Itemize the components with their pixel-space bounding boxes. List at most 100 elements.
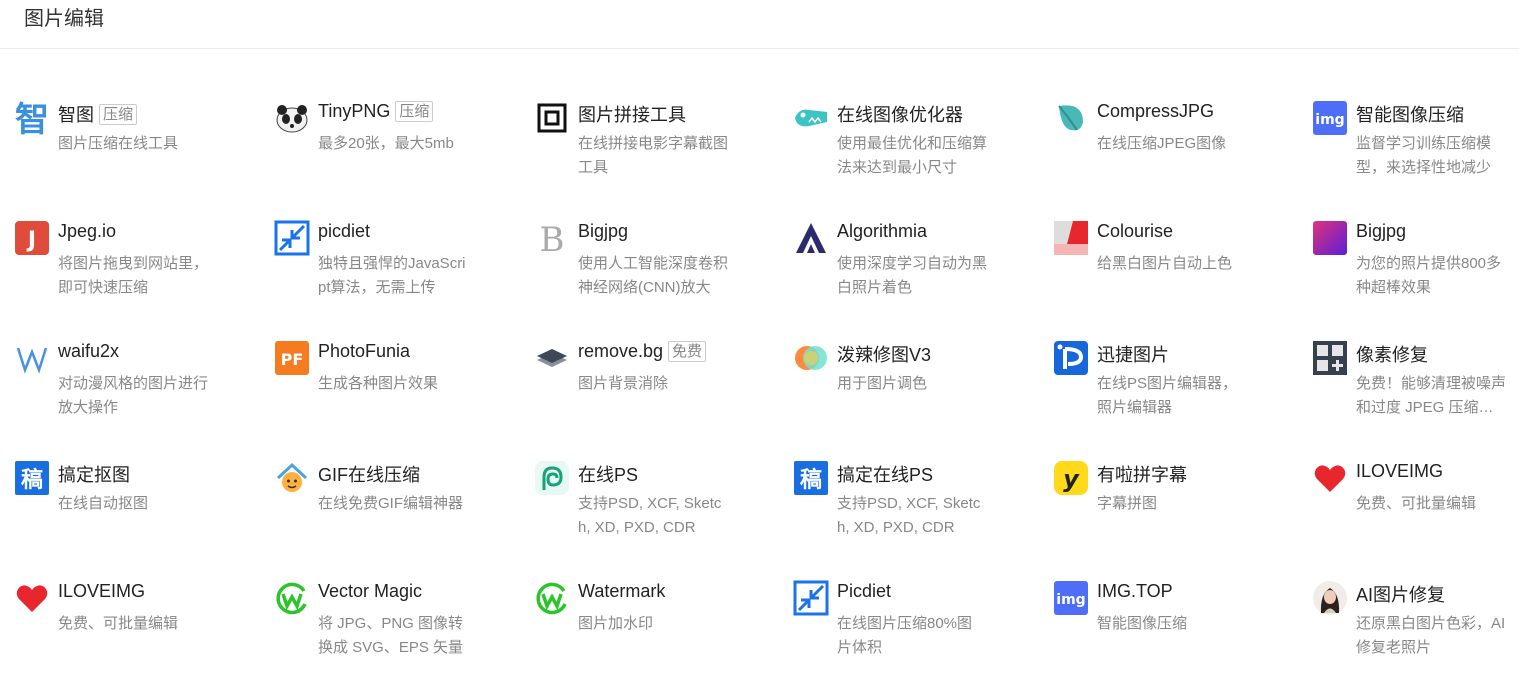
tool-description: 图片压缩在线工具 bbox=[58, 135, 179, 152]
tool-name[interactable]: 有啦拼字幕 bbox=[1097, 461, 1187, 487]
tool-name[interactable]: Watermark bbox=[578, 581, 665, 602]
tool-description: 图片加水印 bbox=[578, 615, 654, 632]
tool-title-row: 搞定抠图 bbox=[58, 461, 130, 487]
tool-title-row: 像素修复 bbox=[1356, 341, 1428, 367]
tool-name[interactable]: waifu2x bbox=[58, 341, 119, 362]
pixel-grid-plus-icon bbox=[1312, 340, 1348, 376]
tool-name[interactable]: TinyPNG bbox=[318, 101, 390, 122]
tool-card[interactable]: Watermark 图片加水印 bbox=[534, 580, 774, 680]
tool-name[interactable]: 搞定抠图 bbox=[58, 461, 130, 487]
tool-title-row: waifu2x bbox=[58, 341, 119, 362]
tool-name[interactable]: PhotoFunia bbox=[318, 341, 410, 362]
tool-card[interactable]: 在线PS 支持PSD, XCF, Sketch, XD, PXD, CDR bbox=[534, 460, 774, 560]
tool-name[interactable]: Colourise bbox=[1097, 221, 1173, 242]
tool-title-row: Watermark bbox=[578, 581, 665, 602]
tool-card[interactable]: Algorithmia 使用深度学习自动为黑白照片着色 bbox=[793, 220, 1033, 320]
tool-description: 用于图片调色 bbox=[837, 375, 928, 392]
svg-text:y: y bbox=[1063, 465, 1080, 493]
layers-logo-icon bbox=[534, 340, 570, 376]
tool-name[interactable]: 智能图像压缩 bbox=[1356, 101, 1464, 127]
tool-card[interactable]: img 智能图像压缩 监督学习训练压缩模型，来选择性地减少 bbox=[1312, 100, 1519, 200]
tool-name[interactable]: Picdiet bbox=[837, 581, 891, 602]
tool-title-row: picdiet bbox=[318, 221, 370, 242]
tool-title-row: Colourise bbox=[1097, 221, 1173, 242]
tool-title-row: 迅捷图片 bbox=[1097, 341, 1169, 367]
tool-description: 支持PSD, XCF, Sketch, XD, PXD, CDR bbox=[578, 495, 722, 536]
tool-name[interactable]: 在线PS bbox=[578, 461, 638, 487]
gradient-square-icon bbox=[1312, 220, 1348, 256]
tool-name[interactable]: remove.bg bbox=[578, 341, 663, 362]
tool-name[interactable]: 在线图像优化器 bbox=[837, 101, 963, 127]
tool-title-row: CompressJPG bbox=[1097, 101, 1214, 122]
tool-card[interactable]: y 有啦拼字幕字幕拼图 bbox=[1053, 460, 1293, 560]
tool-card[interactable]: 像素修复免费！能够清理被噪声和过度 JPEG 压缩损坏 bbox=[1312, 340, 1519, 440]
shrink-arrows-icon bbox=[274, 220, 310, 256]
tool-description: 在线PS图片编辑器，照片编辑器 bbox=[1097, 375, 1238, 416]
tool-name[interactable]: 泼辣修图V3 bbox=[837, 341, 931, 367]
polarr-logo-icon bbox=[793, 340, 829, 376]
tool-card[interactable]: Picdiet 在线图片压缩80%图片体积 bbox=[793, 580, 1033, 680]
tool-title-row: 有啦拼字幕 bbox=[1097, 461, 1187, 487]
tool-card[interactable]: ILOVEIMG 免费、可批量编辑 bbox=[14, 580, 254, 680]
tool-card[interactable]: waifu2x 对动漫风格的图片进行放大操作 bbox=[14, 340, 254, 440]
tool-name[interactable]: Jpeg.io bbox=[58, 221, 116, 242]
tool-name[interactable]: Algorithmia bbox=[837, 221, 927, 242]
tool-title-row: remove.bg 免费 bbox=[578, 341, 707, 362]
tool-card[interactable]: PF PhotoFunia 生成各种图片效果 bbox=[274, 340, 514, 440]
tool-title-row: 图片拼接工具 bbox=[578, 101, 686, 127]
tool-description: 字幕拼图 bbox=[1097, 495, 1158, 512]
tool-name[interactable]: 像素修复 bbox=[1356, 341, 1428, 367]
tool-card[interactable]: J Jpeg.io 将图片拖曳到网站里，即可快速压缩 bbox=[14, 220, 254, 320]
tool-card[interactable]: B Bigjpg 使用人工智能深度卷积神经网络(CNN)放大 bbox=[534, 220, 774, 320]
tool-card[interactable]: remove.bg 免费 图片背景消除 bbox=[534, 340, 774, 440]
colourise-logo-icon bbox=[1053, 220, 1089, 256]
tool-title-row: TinyPNG 压缩 bbox=[318, 101, 434, 122]
tool-name[interactable]: 图片拼接工具 bbox=[578, 101, 686, 127]
tool-card[interactable]: TinyPNG 压缩 最多20张，最大5mb bbox=[274, 100, 514, 200]
tool-name[interactable]: ILOVEIMG bbox=[58, 581, 145, 602]
tool-name[interactable]: Vector Magic bbox=[318, 581, 422, 602]
tool-tag-badge: 压缩 bbox=[395, 101, 434, 122]
tool-card[interactable]: ILOVEIMG 免费、可批量编辑 bbox=[1312, 460, 1519, 560]
tool-card[interactable]: Vector Magic 将 JPG、PNG 图像转换成 SVG、EPS 矢量 bbox=[274, 580, 514, 680]
tool-card[interactable]: 迅捷图片在线PS图片编辑器，照片编辑器 bbox=[1053, 340, 1293, 440]
tool-name[interactable]: Bigjpg bbox=[1356, 221, 1406, 242]
tool-card[interactable]: Bigjpg 为您的照片提供800多种超棒效果 bbox=[1312, 220, 1519, 320]
tool-name[interactable]: ILOVEIMG bbox=[1356, 461, 1443, 482]
tool-name[interactable]: 迅捷图片 bbox=[1097, 341, 1169, 367]
tool-title-row: 搞定在线PS bbox=[837, 461, 933, 487]
tool-name[interactable]: AI图片修复 bbox=[1356, 581, 1445, 607]
tool-card[interactable]: Colourise 给黑白图片自动上色 bbox=[1053, 220, 1293, 320]
tool-name[interactable]: 搞定在线PS bbox=[837, 461, 933, 487]
section-header: 图片编辑 bbox=[0, 0, 1519, 49]
tool-title-row: 泼辣修图V3 bbox=[837, 341, 931, 367]
svg-text:img: img bbox=[1315, 112, 1344, 128]
svg-text:B: B bbox=[540, 220, 565, 256]
tool-card[interactable]: 图片拼接工具 在线拼接电影字幕截图工具 bbox=[534, 100, 774, 200]
tool-name[interactable]: 智图 bbox=[58, 101, 94, 127]
tool-card[interactable]: AI图片修复 还原黑白图片色彩，AI修复老照片 bbox=[1312, 580, 1519, 680]
tool-name[interactable]: CompressJPG bbox=[1097, 101, 1214, 122]
tool-card[interactable]: 在线图像优化器使用最佳优化和压缩算法来达到最小尺寸 bbox=[793, 100, 1033, 200]
tool-card[interactable]: 稿搞定在线PS 支持PSD, XCF, Sketch, XD, PXD, CDR bbox=[793, 460, 1033, 560]
tool-name[interactable]: IMG.TOP bbox=[1097, 581, 1173, 602]
tool-card[interactable]: 稿搞定抠图 在线自动抠图 bbox=[14, 460, 254, 560]
tool-description: 免费、可批量编辑 bbox=[1356, 495, 1477, 512]
tool-card[interactable]: 智智图 压缩 图片压缩在线工具 bbox=[14, 100, 254, 200]
tool-description: 将图片拖曳到网站里，即可快速压缩 bbox=[58, 255, 208, 296]
tool-card[interactable]: GIF在线压缩 在线免费GIF编辑神器 bbox=[274, 460, 514, 560]
y-logo-icon: y bbox=[1053, 460, 1089, 496]
tool-description: 在线图片压缩80%图片体积 bbox=[837, 615, 973, 656]
svg-text:稿: 稿 bbox=[800, 467, 822, 493]
tool-description: 将 JPG、PNG 图像转换成 SVG、EPS 矢量 bbox=[318, 615, 464, 656]
tool-card[interactable]: CompressJPG 在线压缩JPEG图像 bbox=[1053, 100, 1293, 200]
tool-description: 独特且强悍的JavaScript算法，无需上传 bbox=[318, 255, 466, 296]
tool-card[interactable]: img IMG.TOP 智能图像压缩 bbox=[1053, 580, 1293, 680]
tool-title-row: IMG.TOP bbox=[1097, 581, 1173, 602]
tool-card[interactable]: 泼辣修图V3 用于图片调色 bbox=[793, 340, 1033, 440]
tool-card[interactable]: picdiet 独特且强悍的JavaScript算法，无需上传 bbox=[274, 220, 514, 320]
tool-name[interactable]: Bigjpg bbox=[578, 221, 628, 242]
tool-name[interactable]: GIF在线压缩 bbox=[318, 461, 420, 487]
tool-name[interactable]: picdiet bbox=[318, 221, 370, 242]
tool-description: 使用最佳优化和压缩算法来达到最小尺寸 bbox=[837, 135, 987, 176]
